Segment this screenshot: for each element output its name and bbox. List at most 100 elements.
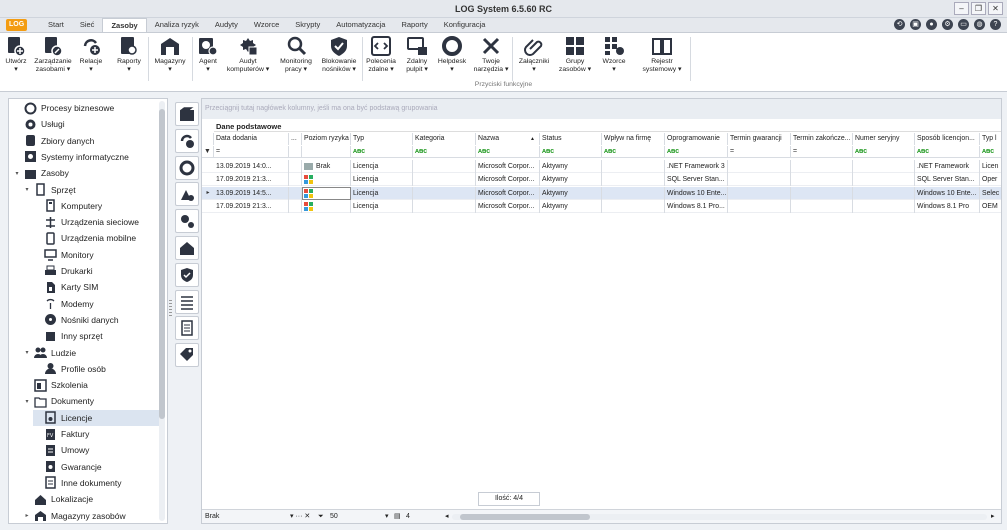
table-cell[interactable] — [728, 173, 791, 187]
table-cell[interactable]: Aktywny — [540, 173, 602, 187]
tree-item[interactable]: Usługi — [13, 116, 159, 132]
side-home-button[interactable] — [175, 236, 199, 260]
table-cell[interactable]: Licencja — [351, 160, 413, 173]
tree-item[interactable]: ▾ Zasoby — [13, 165, 159, 181]
filter-cell[interactable] — [302, 146, 351, 158]
ribbon-button-monitoring[interactable]: Monitoring pracy ▾ — [277, 33, 315, 83]
table-cell[interactable] — [791, 199, 853, 213]
side-box-button[interactable] — [175, 102, 199, 126]
filter-cell[interactable]: ᴀᴃᴄ — [413, 146, 476, 158]
tab-2[interactable]: Sieć — [72, 18, 103, 32]
table-cell[interactable] — [289, 173, 302, 187]
table-cell[interactable]: 17.09.2019 21:3... — [214, 199, 289, 213]
ribbon-button-agent[interactable]: Agent ▾ — [195, 33, 221, 83]
tree-item[interactable]: Systemy informatyczne — [13, 149, 159, 165]
tree-item[interactable]: Karty SIM — [33, 279, 159, 295]
table-cell[interactable] — [728, 160, 791, 173]
table-cell[interactable] — [791, 173, 853, 187]
help-icon[interactable]: ? — [990, 19, 1001, 30]
table-cell[interactable] — [289, 199, 302, 213]
tree-scrollbar-thumb[interactable] — [159, 109, 165, 419]
tree-item[interactable]: Inny sprzęt — [33, 328, 159, 344]
filter-cell[interactable]: = — [728, 146, 791, 158]
tree-item[interactable]: Gwarancje — [33, 459, 159, 475]
filter-cell[interactable]: ᴀᴃᴄ — [476, 146, 540, 158]
tab-10[interactable]: Konfiguracja — [436, 18, 494, 32]
table-cell[interactable]: Windows 10 Ente... — [915, 186, 980, 200]
settings-icon[interactable]: ⚙ — [942, 19, 953, 30]
table-cell[interactable]: Microsoft Corpor... — [476, 199, 540, 213]
column-header[interactable]: Kategoria — [413, 133, 476, 145]
table-cell[interactable]: Microsoft Corpor... — [476, 160, 540, 173]
tree-item[interactable]: Zbiory danych — [13, 133, 159, 149]
table-cell[interactable] — [853, 160, 915, 173]
panel-splitter[interactable] — [169, 300, 172, 318]
filter-cell[interactable]: ᴀᴃᴄ — [540, 146, 602, 158]
horizontal-scrollbar[interactable] — [452, 514, 987, 520]
filter-cell[interactable]: ᴀᴃᴄ — [853, 146, 915, 158]
expander-icon[interactable]: ▾ — [13, 170, 21, 177]
table-cell[interactable] — [413, 160, 476, 173]
column-header[interactable]: Typ — [351, 133, 413, 145]
tab-9[interactable]: Raporty — [393, 18, 435, 32]
page-size-dropdown-icon[interactable]: ▾ — [385, 510, 389, 523]
table-cell[interactable]: .NET Framework 3 — [665, 160, 728, 173]
ribbon-button-shield[interactable]: Blokowanie nośników ▾ — [318, 33, 360, 83]
column-header[interactable]: Numer seryjny — [853, 133, 915, 145]
table-cell[interactable]: SQL Server Stan... — [915, 173, 980, 187]
side-tag-button[interactable] — [175, 343, 199, 368]
tree-item[interactable]: FV Faktury — [33, 426, 159, 442]
table-cell[interactable]: Windows 8.1 Pro — [915, 199, 980, 213]
tab-8[interactable]: Automatyzacja — [328, 18, 393, 32]
table-cell[interactable] — [728, 199, 791, 213]
table-cell[interactable]: 17.09.2019 21:3... — [214, 173, 289, 187]
table-cell[interactable]: SQL Server Stan... — [665, 173, 728, 187]
ribbon-button-remote-desktop[interactable]: Zdalny pulpit ▾ — [402, 33, 432, 83]
ribbon-button-book[interactable]: Rejestr systemowy ▾ — [636, 33, 688, 83]
table-cell[interactable] — [602, 160, 665, 173]
tree-item[interactable]: Urządzenia mobilne — [33, 230, 159, 246]
table-row[interactable]: ▸ 13.09.2019 14:5... Licencja Microsoft Cor… — [202, 186, 1001, 200]
tree-item[interactable]: Procesy biznesowe — [13, 100, 159, 116]
table-cell[interactable]: Windows 10 Ente... — [665, 186, 728, 200]
table-cell[interactable] — [853, 173, 915, 187]
table-cell[interactable] — [853, 199, 915, 213]
filter-cell[interactable]: ᴀᴃᴄ — [602, 146, 665, 158]
table-cell[interactable]: .NET Framework — [915, 160, 980, 173]
ribbon-button-warehouse[interactable]: Magazyny ▾ — [150, 33, 190, 83]
ribbon-button-create[interactable]: Utwórz ▾ — [2, 33, 30, 83]
tab-6[interactable]: Wzorce — [246, 18, 287, 32]
ribbon-button-code[interactable]: Polecenia zdalne ▾ — [364, 33, 398, 83]
column-header[interactable]: Data dodania — [214, 133, 289, 145]
expander-icon[interactable]: ▾ — [23, 349, 31, 356]
table-cell[interactable]: Licen — [980, 160, 1001, 173]
table-cell[interactable] — [413, 173, 476, 187]
table-cell[interactable] — [289, 186, 302, 200]
side-person-search-button[interactable] — [175, 209, 199, 234]
tree-item[interactable]: Inne dokumenty — [33, 475, 159, 491]
table-cell[interactable]: Licencja — [351, 186, 413, 200]
tree-scrollbar[interactable] — [159, 101, 165, 521]
table-cell[interactable] — [728, 186, 791, 200]
side-document-button[interactable] — [175, 316, 199, 341]
scroll-left-icon[interactable]: ◂ — [445, 510, 449, 523]
table-cell[interactable]: Microsoft Corpor... — [476, 186, 540, 200]
table-cell[interactable]: OEM — [980, 200, 1001, 213]
ribbon-button-relations[interactable]: Relacje ▾ — [76, 33, 106, 83]
table-cell[interactable] — [853, 186, 915, 200]
minimize-button[interactable]: – — [954, 2, 969, 15]
tree-item[interactable]: ▾ Dokumenty — [23, 393, 159, 409]
filter-dropdown-icon[interactable]: ▾ ··· ✕ — [290, 510, 310, 523]
expander-icon[interactable]: ▸ — [23, 512, 31, 519]
side-list-button[interactable] — [175, 289, 199, 314]
table-cell[interactable]: Aktywny — [540, 186, 602, 200]
column-header[interactable]: Poziom ryzyka — [302, 133, 351, 145]
table-cell[interactable]: Aktywny — [540, 199, 602, 213]
tree-item[interactable]: Monitory — [33, 247, 159, 263]
side-shield-button[interactable] — [175, 262, 199, 287]
tab-7[interactable]: Skrypty — [287, 18, 328, 32]
page-size-value[interactable]: 50 — [330, 510, 338, 523]
column-header[interactable]: Wpływ na firmę — [602, 133, 665, 145]
filter-cell[interactable] — [289, 146, 302, 158]
column-header[interactable]: Termin zakończe... — [791, 133, 853, 145]
